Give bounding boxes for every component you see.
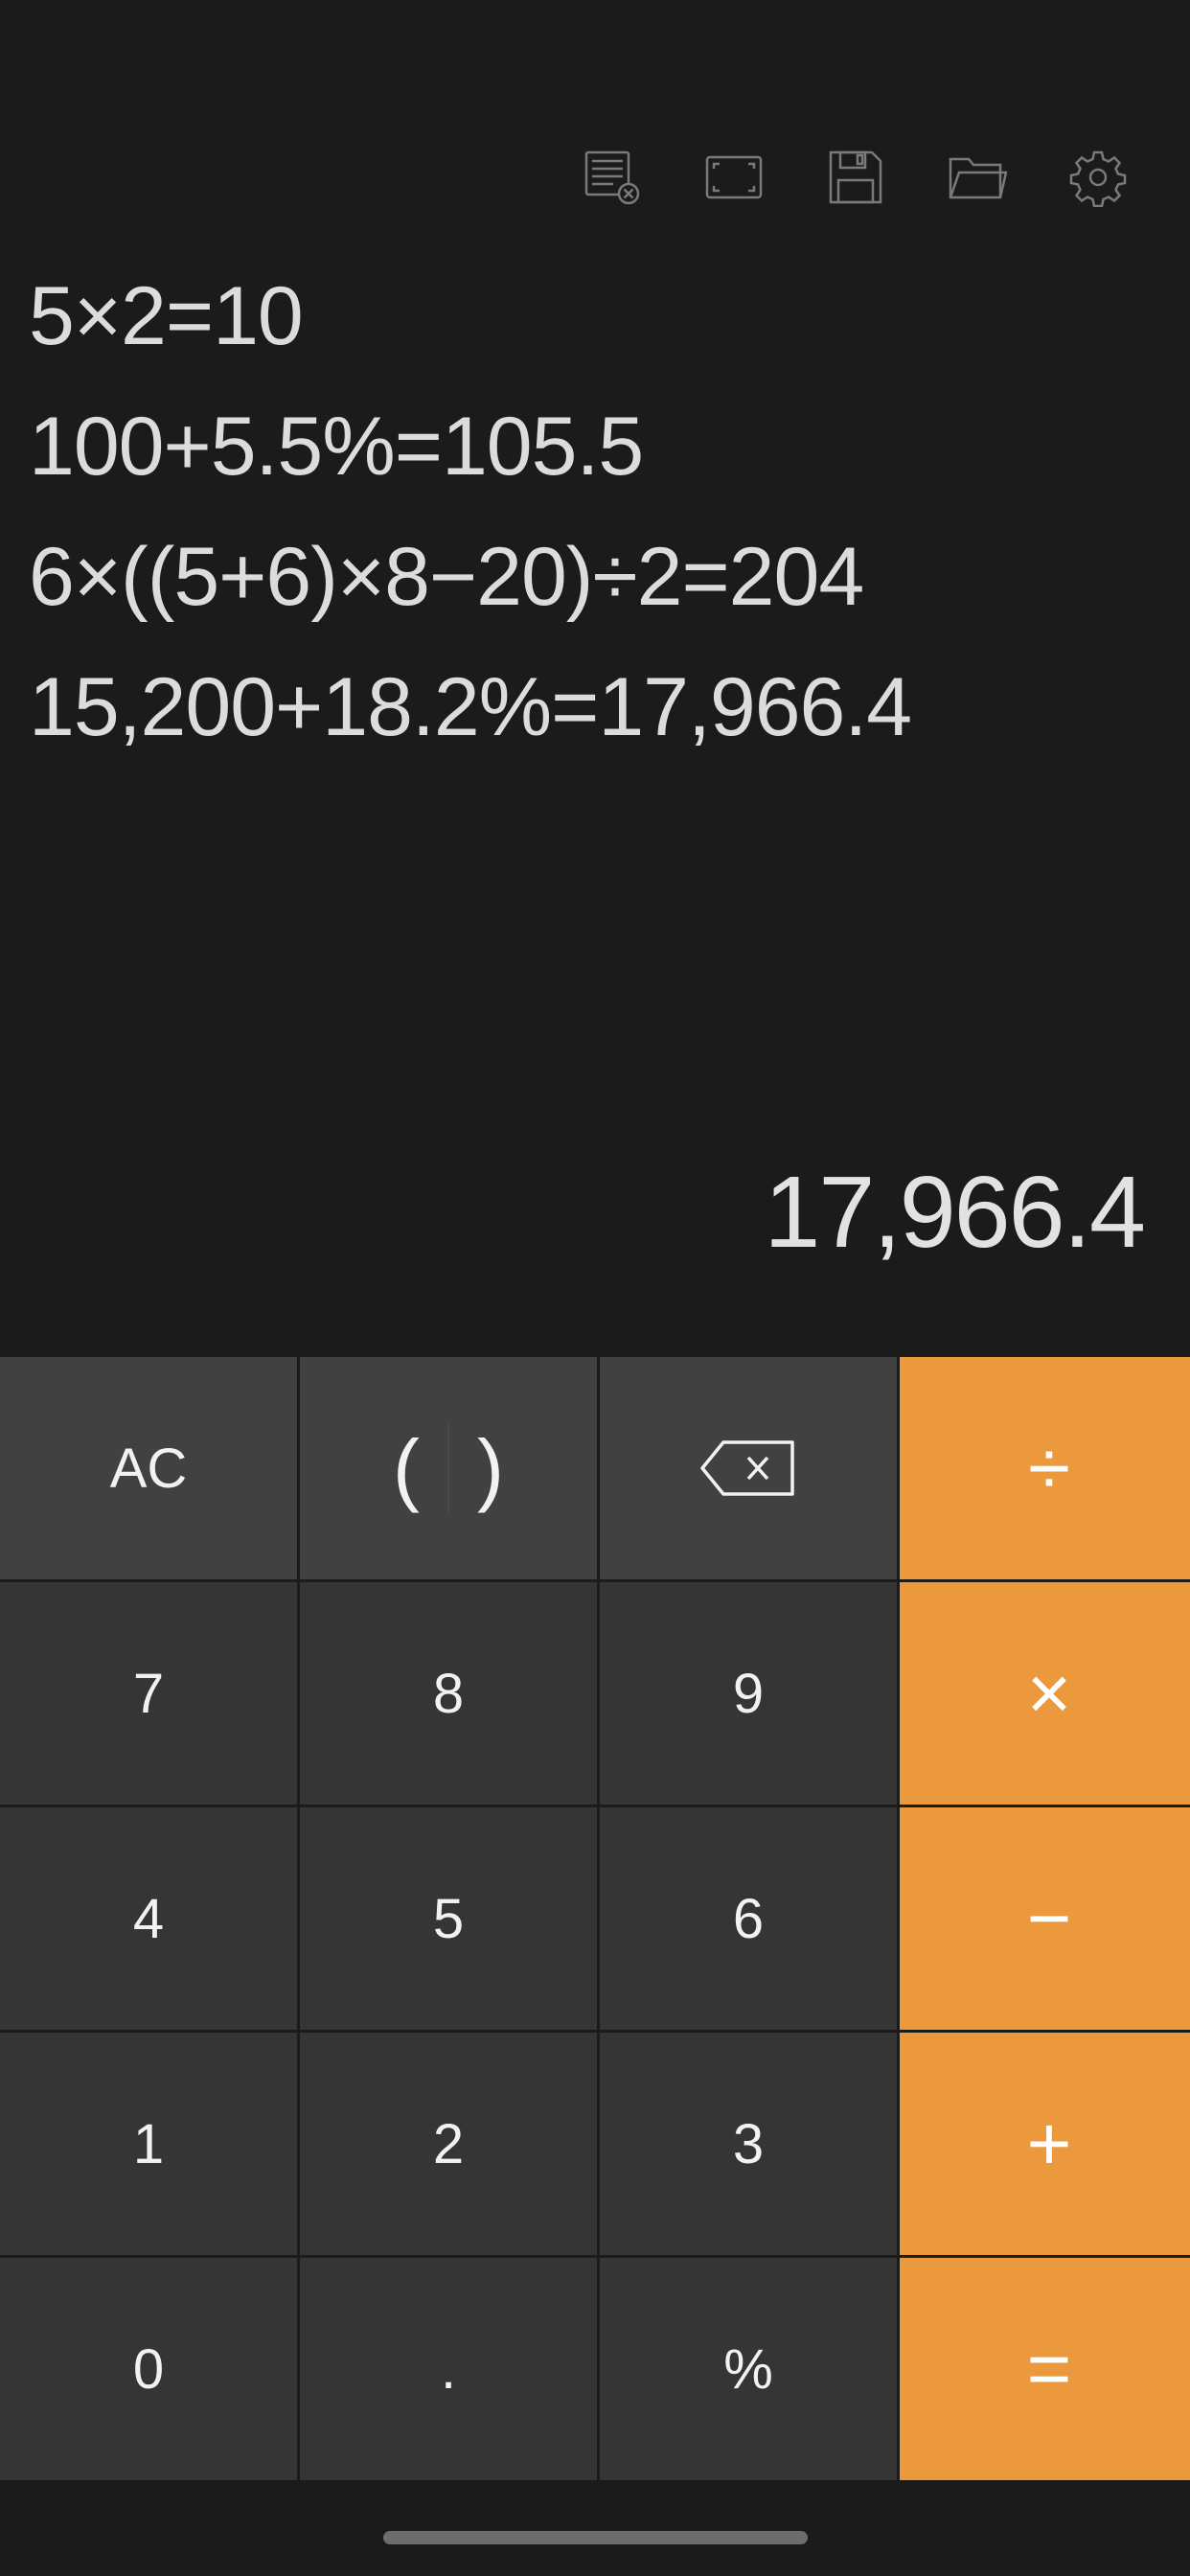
fullscreen-button[interactable] bbox=[700, 144, 767, 211]
history-entry[interactable]: 6×((5+6)×8−20)÷2=204 bbox=[29, 512, 1169, 642]
history-entry[interactable]: 15,200+18.2%=17,966.4 bbox=[29, 642, 1169, 772]
save-button[interactable] bbox=[822, 144, 889, 211]
history-entry[interactable]: 100+5.5%=105.5 bbox=[29, 381, 1169, 512]
digit-1-button[interactable]: 1 bbox=[0, 2033, 297, 2255]
history-entry[interactable]: 5×2=10 bbox=[29, 251, 1169, 381]
parentheses-button[interactable]: ( ) bbox=[300, 1357, 597, 1579]
clear-button[interactable]: AC bbox=[0, 1357, 297, 1579]
backspace-button[interactable] bbox=[600, 1357, 897, 1579]
digit-4-button[interactable]: 4 bbox=[0, 1807, 297, 2030]
toolbar bbox=[0, 144, 1190, 211]
digit-0-button[interactable]: 0 bbox=[0, 2258, 297, 2480]
digit-5-button[interactable]: 5 bbox=[300, 1807, 597, 2030]
digit-2-button[interactable]: 2 bbox=[300, 2033, 597, 2255]
parenthesis-divider bbox=[447, 1424, 449, 1512]
equals-button[interactable]: = bbox=[900, 2258, 1190, 2480]
home-indicator[interactable] bbox=[383, 2531, 808, 2544]
settings-button[interactable] bbox=[1064, 144, 1132, 211]
digit-8-button[interactable]: 8 bbox=[300, 1582, 597, 1805]
gear-icon bbox=[1069, 150, 1127, 207]
digit-9-button[interactable]: 9 bbox=[600, 1582, 897, 1805]
digit-7-button[interactable]: 7 bbox=[0, 1582, 297, 1805]
open-parenthesis-label: ( bbox=[393, 1422, 420, 1513]
multiply-button[interactable]: × bbox=[900, 1582, 1190, 1805]
history-list: 5×2=10 100+5.5%=105.5 6×((5+6)×8−20)÷2=2… bbox=[29, 251, 1169, 772]
clear-history-button[interactable] bbox=[579, 144, 646, 211]
divide-button[interactable]: ÷ bbox=[900, 1357, 1190, 1579]
percent-button[interactable]: % bbox=[600, 2258, 897, 2480]
close-parenthesis-label: ) bbox=[477, 1422, 504, 1513]
keypad: AC ( ) ÷ 7 8 9 × 4 5 6 − 1 2 3 + 0 . % = bbox=[0, 1357, 1190, 2480]
minus-button[interactable]: − bbox=[900, 1807, 1190, 2030]
digit-6-button[interactable]: 6 bbox=[600, 1807, 897, 2030]
digit-3-button[interactable]: 3 bbox=[600, 2033, 897, 2255]
fullscreen-icon bbox=[705, 155, 763, 199]
decimal-button[interactable]: . bbox=[300, 2258, 597, 2480]
backspace-icon bbox=[700, 1440, 794, 1496]
result-display: 17,966.4 bbox=[764, 1156, 1146, 1269]
plus-button[interactable]: + bbox=[900, 2033, 1190, 2255]
folder-icon bbox=[949, 157, 1007, 199]
clear-history-icon bbox=[584, 150, 640, 205]
save-icon bbox=[829, 150, 882, 204]
open-folder-button[interactable] bbox=[944, 144, 1011, 211]
